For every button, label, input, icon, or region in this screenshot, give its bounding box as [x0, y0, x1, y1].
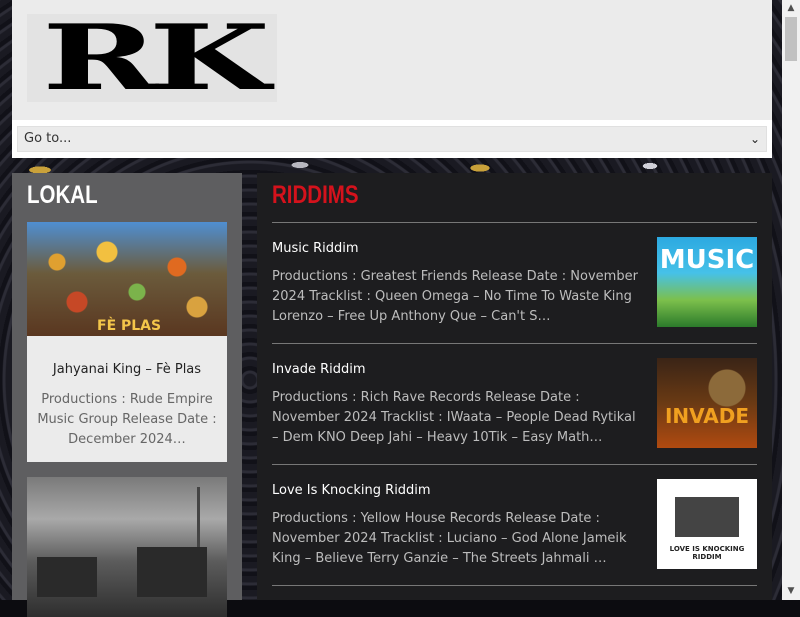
post-excerpt: Productions : Greatest Friends Release D…	[272, 269, 638, 324]
goto-select-value: Go to...	[24, 131, 72, 146]
riddims-heading: RIDDIMS	[272, 181, 359, 209]
riddim-post[interactable]: Music Riddim Productions : Greatest Frie…	[272, 237, 757, 351]
riddim-post[interactable]: Invade Riddim Productions : Rich Rave Re…	[272, 358, 757, 472]
site-header: RK Go to... ⌄	[12, 0, 772, 158]
riddim-post[interactable]: Love Is Knocking Riddim Productions : Ye…	[272, 479, 757, 593]
page-scrollbar[interactable]: ▲ ▼	[782, 0, 800, 600]
house-shape	[37, 557, 97, 597]
post-title[interactable]: Love Is Knocking Riddim	[272, 483, 431, 498]
scroll-up-icon[interactable]: ▲	[782, 0, 800, 17]
lokal-card[interactable]: FÈ PLAS Jahyanai King – Fè Plas Producti…	[27, 222, 227, 462]
post-thumbnail[interactable]: MUSIC	[657, 237, 757, 327]
post-title[interactable]: Invade Riddim	[272, 362, 366, 377]
lokal-heading: LOKAL	[27, 181, 98, 209]
thumb-label: LOVE IS KNOCKING RIDDIM	[669, 545, 745, 561]
divider	[272, 585, 757, 586]
divider	[272, 222, 757, 223]
thumb-label: MUSIC	[659, 245, 755, 275]
pylon-shape	[197, 487, 200, 547]
nav-bar: Go to... ⌄	[12, 120, 772, 158]
riddims-section: RIDDIMS Music Riddim Productions : Great…	[257, 173, 772, 600]
thumb-label: INVADE	[664, 404, 750, 428]
site-logo[interactable]: RK	[27, 5, 277, 111]
post-excerpt: Productions : Yellow House Records Relea…	[272, 511, 627, 566]
town-image[interactable]	[27, 477, 227, 617]
image-caption: FÈ PLAS	[97, 318, 162, 334]
chevron-down-icon: ⌄	[749, 132, 760, 146]
card-excerpt: Productions : Rude Empire Music Group Re…	[37, 392, 217, 447]
album-grid	[675, 497, 739, 537]
post-thumbnail[interactable]: INVADE	[657, 358, 757, 448]
card-title[interactable]: Jahyanai King – Fè Plas	[27, 362, 227, 377]
house-shape	[137, 547, 207, 597]
post-excerpt: Productions : Rich Rave Records Release …	[272, 390, 636, 445]
carnival-image[interactable]: FÈ PLAS	[27, 222, 227, 336]
logo-text: RK	[42, 5, 271, 111]
post-title[interactable]: Music Riddim	[272, 241, 359, 256]
post-thumbnail[interactable]: LOVE IS KNOCKING RIDDIM	[657, 479, 757, 569]
goto-select[interactable]: Go to... ⌄	[17, 126, 767, 152]
scroll-thumb[interactable]	[785, 17, 797, 61]
divider	[272, 343, 757, 344]
lokal-card[interactable]	[27, 477, 227, 617]
scroll-down-icon[interactable]: ▼	[782, 583, 800, 600]
lokal-section: LOKAL FÈ PLAS Jahyanai King – Fè Plas Pr…	[12, 173, 242, 617]
divider	[272, 464, 757, 465]
